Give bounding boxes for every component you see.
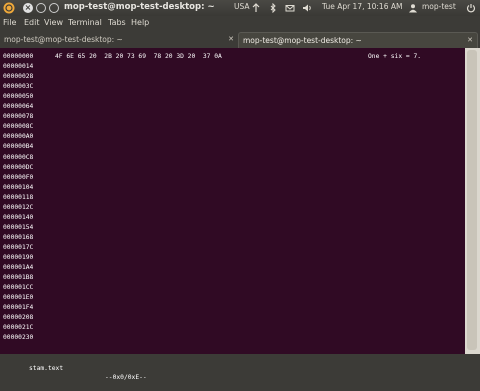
hex-offset: 00000000	[3, 53, 34, 60]
menu-tabs[interactable]: Tabs	[108, 18, 126, 27]
keyboard-layout-indicator[interactable]: USA	[234, 2, 250, 11]
ascii-text: One + six = 7.	[368, 53, 422, 60]
hex-offset: 00000050	[3, 93, 34, 101]
tab-label: mop-test@mop-test-desktop: ~	[4, 35, 123, 44]
terminal-scrollbar[interactable]	[465, 48, 480, 354]
window-title: mop-test@mop-test-desktop: ~	[64, 2, 215, 12]
hex-bytes: 4F 6E 65 20 2B 20 73 69 78 20 3D 20 37 0…	[55, 53, 222, 60]
hex-offset: 0000008C	[3, 123, 34, 131]
terminal-output[interactable]: 00000000 00000014 00000028 0000003C 00000050…	[0, 48, 465, 381]
clock[interactable]: Tue Apr 17, 10:16 AM	[322, 2, 402, 11]
hex-offset: 00000190	[3, 254, 34, 261]
menu-view[interactable]: View	[44, 18, 63, 27]
window-close-button[interactable]: ×	[23, 3, 33, 13]
hex-offset: 000001E0	[3, 294, 34, 302]
status-line: --- stam.text --0x0/0xE--	[3, 346, 147, 391]
tab-close-icon[interactable]: ✕	[228, 35, 234, 43]
hex-offset: 000001A4	[3, 264, 34, 272]
menu-file[interactable]: File	[3, 18, 16, 27]
menu-terminal[interactable]: Terminal	[68, 18, 102, 27]
volume-icon[interactable]	[302, 3, 312, 13]
hex-offset: 00000140	[3, 213, 34, 221]
menu-edit[interactable]: Edit	[24, 18, 40, 27]
hex-offset: 00000028	[3, 73, 34, 81]
menu-help[interactable]: Help	[131, 18, 149, 27]
hex-offset: 000000B4	[3, 143, 34, 151]
hex-offset: 0000017C	[3, 243, 34, 251]
hex-offset: 0000003C	[3, 83, 34, 91]
menu-bar: File Edit View Terminal Tabs Help	[0, 16, 480, 30]
hex-offset: 00000230	[3, 334, 34, 342]
window-minimize-button[interactable]	[36, 3, 46, 13]
status-position: --0x0/0xE--	[105, 374, 147, 382]
hex-offset: 000000F0	[3, 173, 34, 181]
hex-offset: 00000064	[3, 103, 34, 111]
status-filename: stam.text	[29, 365, 64, 373]
hex-offset: 00000078	[3, 113, 34, 121]
tab-terminal-1[interactable]: mop-test@mop-test-desktop: ~ ✕	[0, 32, 238, 48]
hex-offset: 00000154	[3, 223, 34, 231]
hex-offset: 000001CC	[3, 284, 34, 292]
hex-offset: 000000A0	[3, 133, 34, 141]
tab-label: mop-test@mop-test-desktop: ~	[243, 36, 362, 45]
hex-offset: 00000104	[3, 183, 34, 191]
hex-offset: 00000168	[3, 233, 34, 241]
hex-offset: 00000208	[3, 314, 34, 322]
hex-offset: 00000118	[3, 193, 34, 201]
user-icon[interactable]	[408, 3, 418, 13]
hex-offset: 000001B8	[3, 274, 34, 282]
tab-terminal-2[interactable]: mop-test@mop-test-desktop: ~ ✕	[238, 32, 478, 48]
hex-offset: 000001F4	[3, 304, 34, 312]
mail-icon[interactable]	[285, 3, 295, 13]
scrollbar-thumb[interactable]	[467, 50, 477, 350]
network-icon[interactable]	[251, 3, 261, 13]
tab-bar: mop-test@mop-test-desktop: ~ ✕ mop-test@…	[0, 30, 480, 48]
hex-offset: 0000021C	[3, 324, 34, 332]
hex-offset: 000000C8	[3, 153, 34, 161]
window-maximize-button[interactable]	[49, 3, 59, 13]
bluetooth-icon[interactable]	[268, 3, 278, 13]
ubuntu-logo-icon[interactable]	[3, 2, 15, 14]
user-name[interactable]: mop-test	[422, 2, 456, 11]
tab-close-icon[interactable]: ✕	[467, 36, 473, 44]
hex-offset: 000000DC	[3, 163, 34, 171]
window-bottom-edge	[0, 354, 480, 360]
top-panel: × mop-test@mop-test-desktop: ~ USA Tue A…	[0, 0, 480, 16]
hex-offset: 0000012C	[3, 203, 34, 211]
hex-offset: 00000014	[3, 63, 34, 71]
power-icon[interactable]	[466, 3, 476, 13]
